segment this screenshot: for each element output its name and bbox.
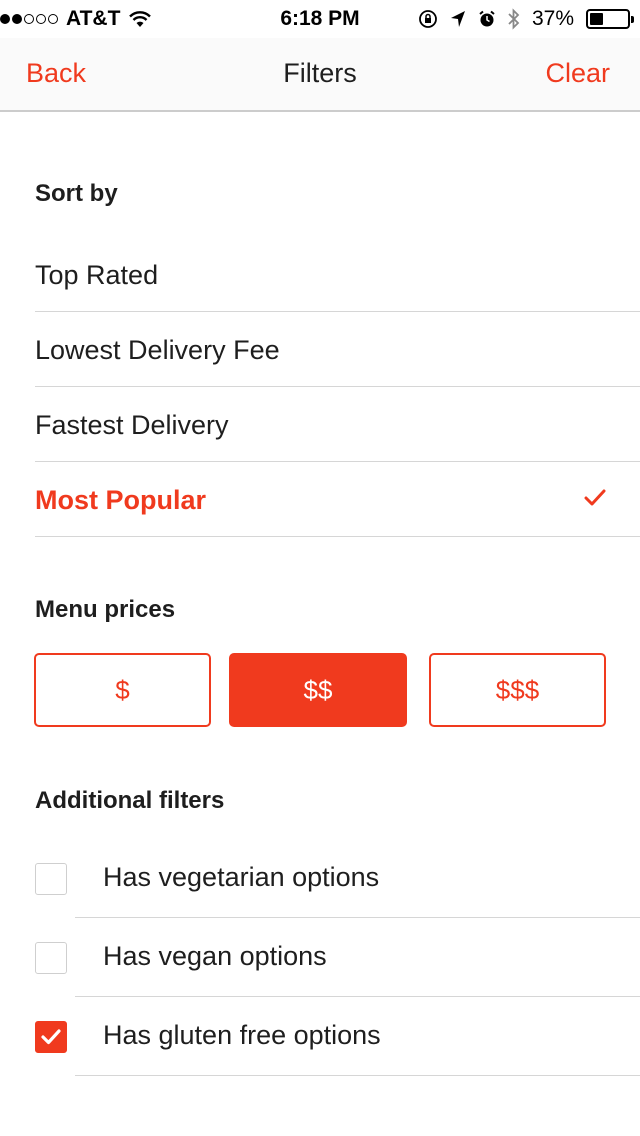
sort-by-heading: Sort by — [35, 180, 118, 207]
sort-option-top-rated[interactable]: Top Rated — [35, 237, 640, 312]
vegetarian-checkbox[interactable] — [35, 863, 67, 895]
checkmark-icon — [584, 489, 606, 506]
sort-option-label: Top Rated — [35, 260, 159, 290]
bluetooth-icon — [508, 8, 520, 30]
alarm-icon — [479, 10, 495, 27]
sort-option-label: Fastest Delivery — [35, 410, 229, 440]
filter-gluten-free[interactable]: Has gluten free options — [0, 997, 640, 1076]
orientation-lock-icon — [419, 10, 437, 28]
battery-icon — [586, 9, 634, 29]
filter-label: Has vegan options — [103, 941, 327, 971]
page-title: Filters — [283, 58, 357, 88]
location-arrow-icon — [450, 11, 465, 27]
price-one-dollar-button[interactable]: $ — [34, 653, 211, 727]
sort-option-most-popular[interactable]: Most Popular — [35, 462, 640, 537]
status-bar: AT&T 6:18 PM 37% — [0, 0, 640, 38]
clear-button[interactable]: Clear — [545, 58, 610, 89]
battery-percent: 37% — [531, 7, 574, 30]
filter-vegetarian[interactable]: Has vegetarian options — [0, 839, 640, 918]
battery-level — [590, 13, 604, 25]
divider — [75, 1075, 640, 1076]
filter-label: Has gluten free options — [103, 1020, 381, 1050]
sort-option-fastest-delivery[interactable]: Fastest Delivery — [35, 387, 640, 462]
sort-option-label: Lowest Delivery Fee — [35, 335, 280, 365]
filter-label: Has vegetarian options — [103, 862, 380, 892]
gluten-free-checkbox[interactable] — [35, 1021, 67, 1053]
additional-filters-heading: Additional filters — [35, 787, 225, 814]
checkmark-icon — [41, 1029, 61, 1045]
price-two-dollar-button[interactable]: $$ — [229, 653, 407, 727]
filter-vegan[interactable]: Has vegan options — [0, 918, 640, 997]
sort-option-lowest-delivery-fee[interactable]: Lowest Delivery Fee — [35, 312, 640, 387]
menu-prices-heading: Menu prices — [35, 596, 176, 623]
vegan-checkbox[interactable] — [35, 942, 67, 974]
price-three-dollar-button[interactable]: $$$ — [429, 653, 606, 727]
navigation-bar: Back Filters Clear — [0, 38, 640, 112]
status-right: 37% — [418, 7, 634, 31]
sort-option-label: Most Popular — [35, 485, 207, 515]
